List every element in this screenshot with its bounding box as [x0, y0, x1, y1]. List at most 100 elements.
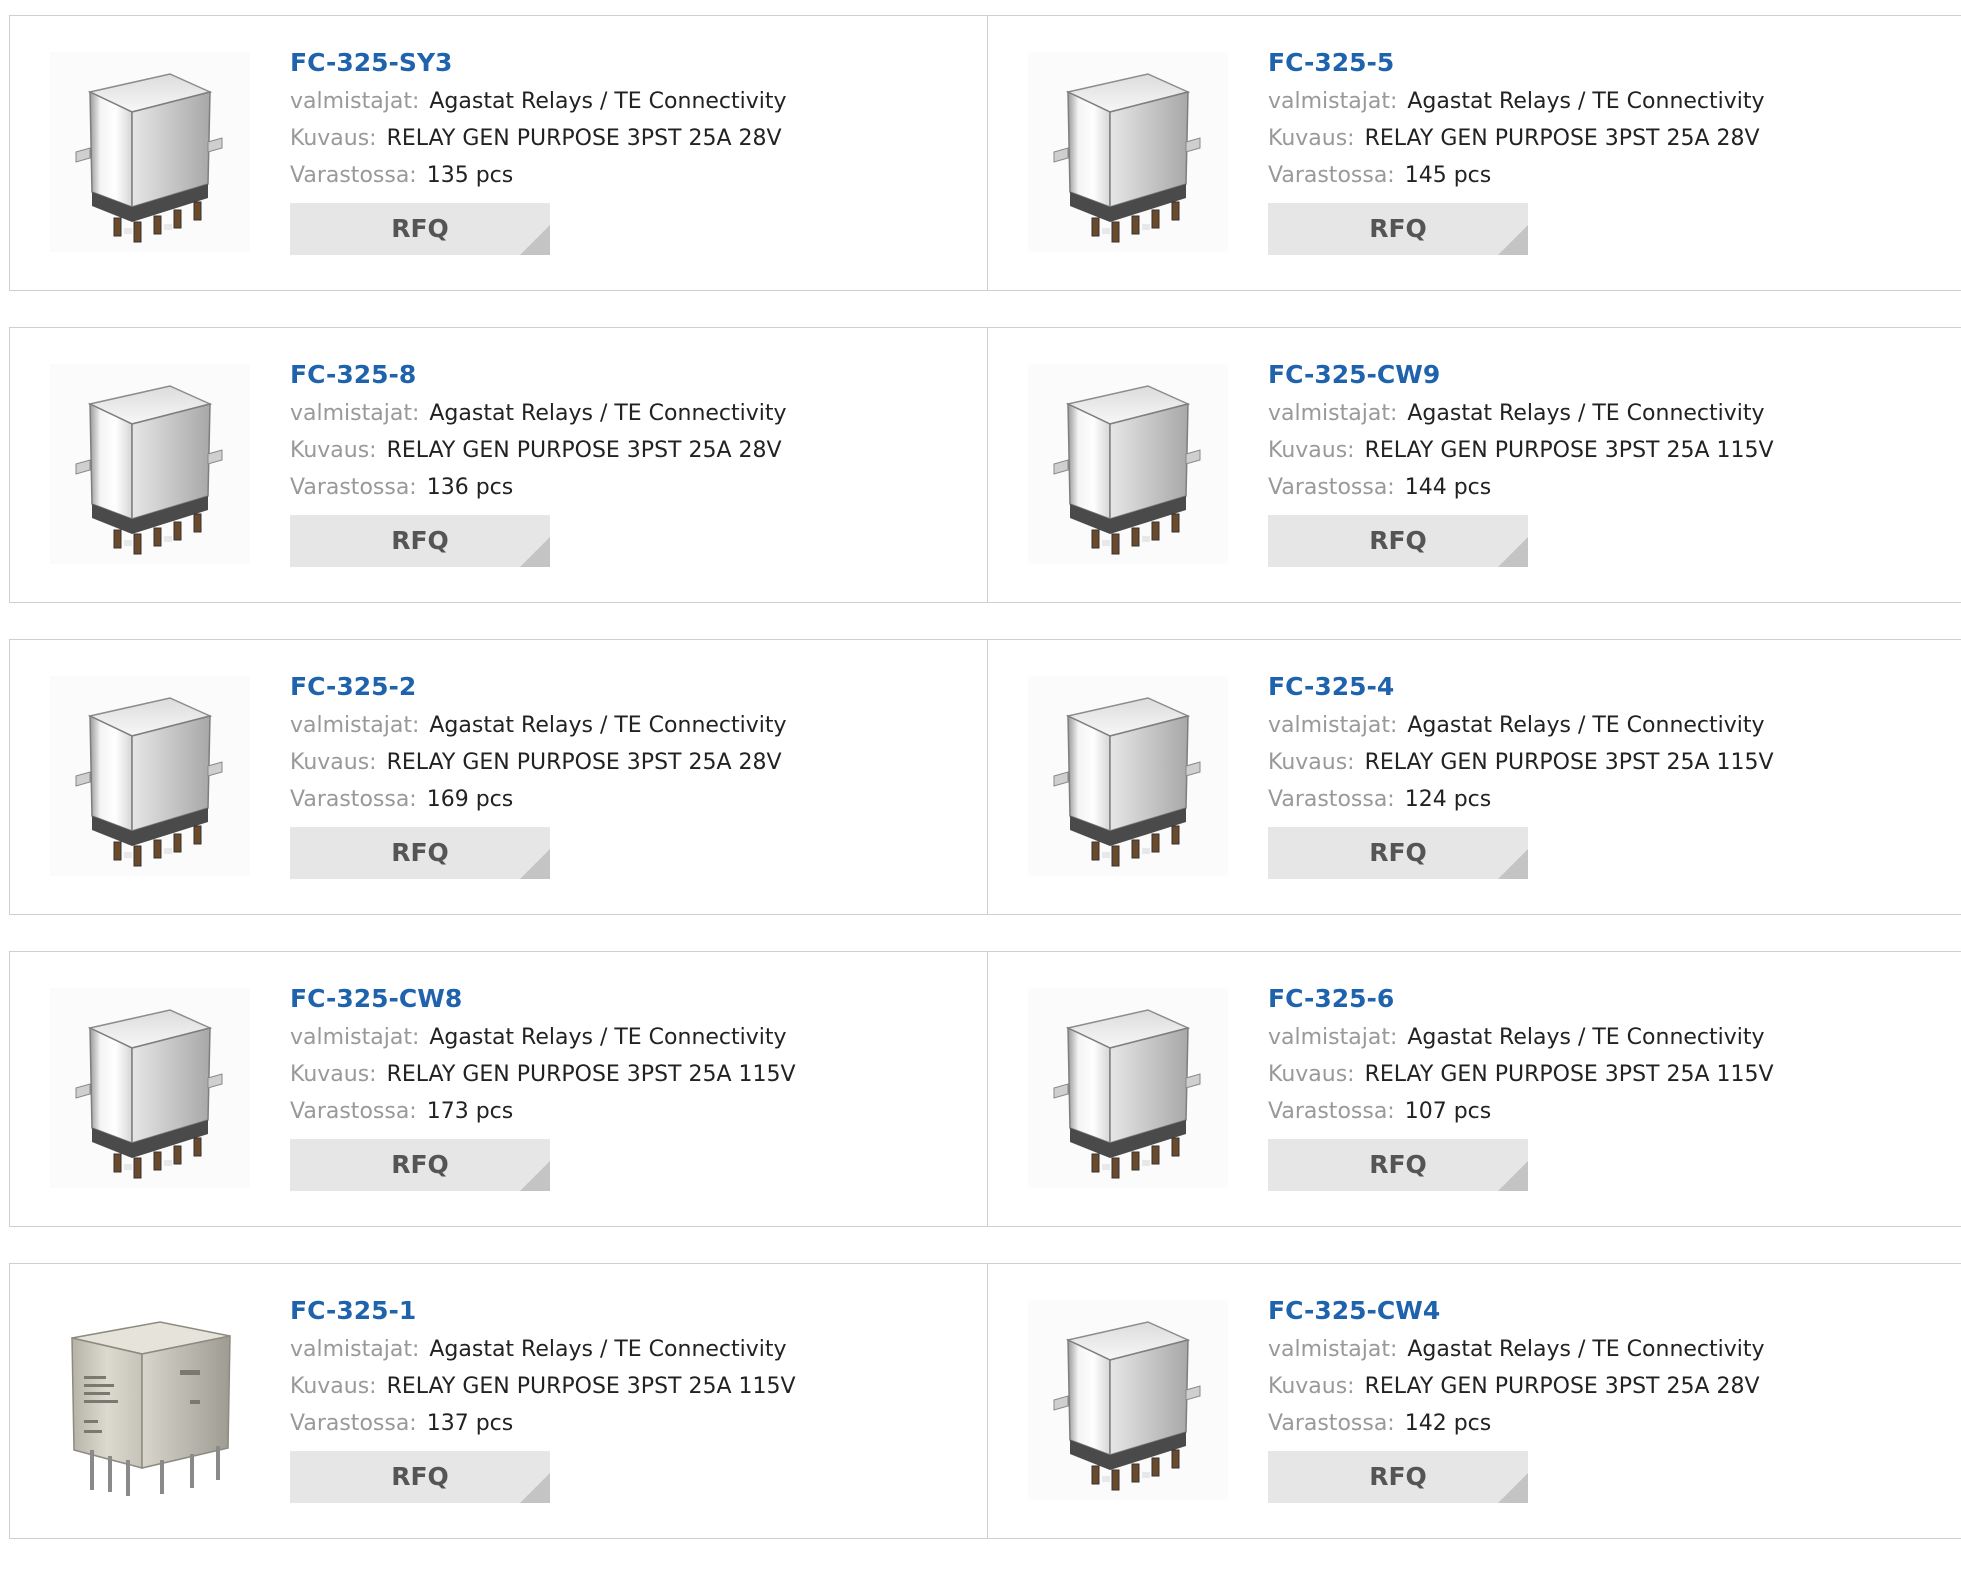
manufacturer-label: valmistajat:: [1268, 1025, 1398, 1050]
product-info: FC-325-4 valmistajat: Agastat Relays / TE …: [1268, 670, 1928, 879]
part-number-link[interactable]: FC-325-5: [1268, 46, 1928, 80]
part-number-link[interactable]: FC-325-CW4: [1268, 1294, 1928, 1328]
description-line: Kuvaus: RELAY GEN PURPOSE 3PST 25A 115V: [1268, 744, 1928, 781]
stock-label: Varastossa:: [1268, 787, 1395, 812]
product-card: FC-325-4 valmistajat: Agastat Relays / TE …: [988, 640, 1961, 914]
stock-label: Varastossa:: [290, 1099, 417, 1124]
description-value: RELAY GEN PURPOSE 3PST 25A 28V: [1364, 1374, 1760, 1399]
corner-triangle-icon: [1498, 849, 1528, 879]
manufacturer-value: Agastat Relays / TE Connectivity: [1407, 1337, 1765, 1362]
sealed-relay-image[interactable]: [50, 1300, 250, 1500]
stock-line: Varastossa: 145 pcs: [1268, 157, 1928, 194]
product-card: FC-325-2 valmistajat: Agastat Relays / TE …: [10, 640, 988, 914]
description-line: Kuvaus: RELAY GEN PURPOSE 3PST 25A 28V: [290, 120, 950, 157]
stock-line: Varastossa: 136 pcs: [290, 469, 950, 506]
rfq-button[interactable]: RFQ: [1268, 203, 1528, 255]
description-label: Kuvaus:: [290, 1374, 377, 1399]
part-number-link[interactable]: FC-325-4: [1268, 670, 1928, 704]
product-card: FC-325-CW9 valmistajat: Agastat Relays / T…: [988, 328, 1961, 602]
stock-line: Varastossa: 173 pcs: [290, 1093, 950, 1130]
part-number-link[interactable]: FC-325-CW8: [290, 982, 950, 1016]
relay-image[interactable]: [1028, 52, 1228, 252]
description-value: RELAY GEN PURPOSE 3PST 25A 28V: [386, 750, 782, 775]
manufacturer-value: Agastat Relays / TE Connectivity: [429, 1337, 787, 1362]
rfq-label: RFQ: [391, 526, 449, 555]
rfq-button[interactable]: RFQ: [290, 203, 550, 255]
description-value: RELAY GEN PURPOSE 3PST 25A 115V: [386, 1062, 796, 1087]
relay-image[interactable]: [1028, 364, 1228, 564]
manufacturer-line: valmistajat: Agastat Relays / TE Connecti…: [290, 1019, 950, 1056]
product-card: FC-325-5 valmistajat: Agastat Relays / TE …: [988, 16, 1961, 290]
stock-line: Varastossa: 144 pcs: [1268, 469, 1928, 506]
stock-label: Varastossa:: [1268, 1411, 1395, 1436]
manufacturer-label: valmistajat:: [1268, 401, 1398, 426]
relay-image[interactable]: [50, 52, 250, 252]
description-label: Kuvaus:: [1268, 750, 1355, 775]
part-number-link[interactable]: FC-325-8: [290, 358, 950, 392]
stock-label: Varastossa:: [290, 163, 417, 188]
product-row: FC-325-CW8 valmistajat: Agastat Relays / T…: [9, 951, 1961, 1227]
product-card: FC-325-8 valmistajat: Agastat Relays / TE …: [10, 328, 988, 602]
stock-line: Varastossa: 107 pcs: [1268, 1093, 1928, 1130]
part-number-link[interactable]: FC-325-2: [290, 670, 950, 704]
rfq-button[interactable]: RFQ: [290, 515, 550, 567]
manufacturer-line: valmistajat: Agastat Relays / TE Connecti…: [1268, 707, 1928, 744]
rfq-button[interactable]: RFQ: [1268, 827, 1528, 879]
product-info: FC-325-CW8 valmistajat: Agastat Relays / T…: [290, 982, 950, 1191]
relay-image[interactable]: [1028, 988, 1228, 1188]
manufacturer-label: valmistajat:: [290, 89, 420, 114]
manufacturer-line: valmistajat: Agastat Relays / TE Connecti…: [1268, 83, 1928, 120]
relay-image[interactable]: [50, 676, 250, 876]
description-label: Kuvaus:: [1268, 1062, 1355, 1087]
manufacturer-label: valmistajat:: [1268, 89, 1398, 114]
manufacturer-value: Agastat Relays / TE Connectivity: [1407, 713, 1765, 738]
part-number-link[interactable]: FC-325-1: [290, 1294, 950, 1328]
description-value: RELAY GEN PURPOSE 3PST 25A 115V: [386, 1374, 796, 1399]
description-value: RELAY GEN PURPOSE 3PST 25A 115V: [1364, 750, 1774, 775]
description-label: Kuvaus:: [1268, 126, 1355, 151]
manufacturer-line: valmistajat: Agastat Relays / TE Connecti…: [290, 1331, 950, 1368]
relay-image[interactable]: [1028, 1300, 1228, 1500]
manufacturer-label: valmistajat:: [1268, 1337, 1398, 1362]
product-info: FC-325-5 valmistajat: Agastat Relays / TE …: [1268, 46, 1928, 255]
rfq-button[interactable]: RFQ: [290, 1139, 550, 1191]
stock-line: Varastossa: 142 pcs: [1268, 1405, 1928, 1442]
product-info: FC-325-1 valmistajat: Agastat Relays / TE …: [290, 1294, 950, 1503]
corner-triangle-icon: [520, 537, 550, 567]
rfq-label: RFQ: [1369, 838, 1427, 867]
product-info: FC-325-CW9 valmistajat: Agastat Relays / T…: [1268, 358, 1928, 567]
rfq-button[interactable]: RFQ: [290, 1451, 550, 1503]
stock-label: Varastossa:: [1268, 163, 1395, 188]
part-number-link[interactable]: FC-325-SY3: [290, 46, 950, 80]
manufacturer-line: valmistajat: Agastat Relays / TE Connecti…: [1268, 1019, 1928, 1056]
stock-line: Varastossa: 124 pcs: [1268, 781, 1928, 818]
part-number-link[interactable]: FC-325-CW9: [1268, 358, 1928, 392]
description-label: Kuvaus:: [290, 750, 377, 775]
description-line: Kuvaus: RELAY GEN PURPOSE 3PST 25A 28V: [1268, 1368, 1928, 1405]
stock-label: Varastossa:: [1268, 475, 1395, 500]
corner-triangle-icon: [520, 1473, 550, 1503]
product-row: FC-325-2 valmistajat: Agastat Relays / TE …: [9, 639, 1961, 915]
manufacturer-label: valmistajat:: [290, 1025, 420, 1050]
rfq-button[interactable]: RFQ: [1268, 515, 1528, 567]
description-value: RELAY GEN PURPOSE 3PST 25A 28V: [1364, 126, 1760, 151]
description-line: Kuvaus: RELAY GEN PURPOSE 3PST 25A 115V: [290, 1056, 950, 1093]
stock-value: 107 pcs: [1404, 1099, 1492, 1124]
part-number-link[interactable]: FC-325-6: [1268, 982, 1928, 1016]
manufacturer-value: Agastat Relays / TE Connectivity: [1407, 1025, 1765, 1050]
rfq-label: RFQ: [1369, 1462, 1427, 1491]
description-line: Kuvaus: RELAY GEN PURPOSE 3PST 25A 115V: [290, 1368, 950, 1405]
stock-value: 144 pcs: [1404, 475, 1492, 500]
manufacturer-value: Agastat Relays / TE Connectivity: [429, 89, 787, 114]
description-label: Kuvaus:: [290, 126, 377, 151]
relay-image[interactable]: [50, 988, 250, 1188]
rfq-label: RFQ: [391, 1150, 449, 1179]
rfq-button[interactable]: RFQ: [1268, 1139, 1528, 1191]
rfq-button[interactable]: RFQ: [1268, 1451, 1528, 1503]
relay-image[interactable]: [1028, 676, 1228, 876]
stock-line: Varastossa: 169 pcs: [290, 781, 950, 818]
manufacturer-value: Agastat Relays / TE Connectivity: [1407, 89, 1765, 114]
relay-image[interactable]: [50, 364, 250, 564]
description-line: Kuvaus: RELAY GEN PURPOSE 3PST 25A 115V: [1268, 1056, 1928, 1093]
rfq-button[interactable]: RFQ: [290, 827, 550, 879]
